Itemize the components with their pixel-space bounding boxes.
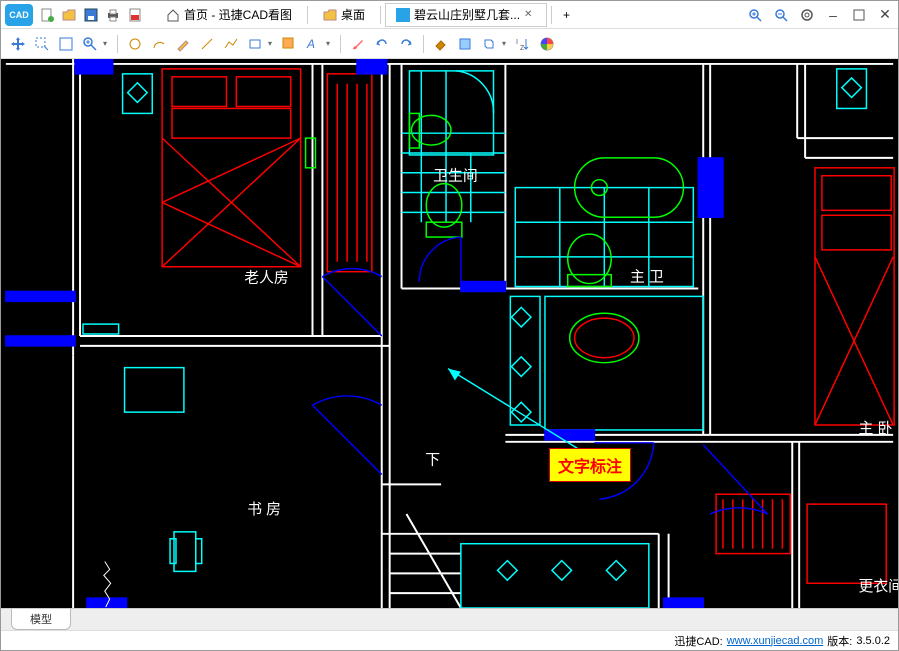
redo-icon[interactable] <box>395 33 417 55</box>
zoom-window-icon[interactable] <box>31 33 53 55</box>
circle-tool-icon[interactable] <box>124 33 146 55</box>
dropdown-icon[interactable]: ▾ <box>326 39 334 48</box>
status-version-label: 版本: <box>827 633 852 649</box>
label-room1: 老人房 <box>244 270 288 287</box>
zoom-out-window-icon[interactable] <box>772 6 790 24</box>
box-tool-icon[interactable] <box>454 33 476 55</box>
cad-file-icon <box>396 8 410 22</box>
floorplan-svg: 老人房 卫生间 主 卫 书 房 主 卧 更衣间 下 <box>1 59 898 608</box>
tab-home[interactable]: 首页 - 迅捷CAD看图 <box>155 3 303 27</box>
text-tool-icon[interactable]: A <box>302 33 324 55</box>
color-tool-icon[interactable] <box>536 33 558 55</box>
label-room4: 书 房 <box>247 501 281 518</box>
status-app-name: 迅捷CAD: <box>674 633 722 649</box>
open-file-icon[interactable] <box>61 7 77 23</box>
zoom-in-icon[interactable] <box>79 33 101 55</box>
text-annotation-callout: 文字标注 <box>549 448 631 482</box>
minimize-icon[interactable]: – <box>824 6 842 24</box>
label-stair: 下 <box>425 453 440 469</box>
line-tool-icon[interactable] <box>196 33 218 55</box>
toolbar-separator <box>340 35 341 53</box>
svg-text:I: I <box>516 39 518 46</box>
dropdown-icon[interactable]: ▾ <box>268 39 276 48</box>
tab-separator <box>380 6 381 24</box>
window-controls: – ✕ <box>746 6 894 24</box>
tab-separator <box>307 6 308 24</box>
drawing-canvas[interactable]: 老人房 卫生间 主 卫 书 房 主 卧 更衣间 下 文字标注 <box>1 59 898 608</box>
polyline-tool-icon[interactable] <box>220 33 242 55</box>
main-toolbar: ▾ ▾ A ▾ ▾ IZ <box>1 29 898 59</box>
maximize-icon[interactable] <box>850 6 868 24</box>
model-tab-bar: 模型 <box>1 608 898 630</box>
new-file-icon[interactable] <box>39 7 55 23</box>
pdf-icon[interactable] <box>127 7 143 23</box>
sort-tool-icon[interactable]: IZ <box>512 33 534 55</box>
move-tool-icon[interactable] <box>7 33 29 55</box>
tab-add[interactable]: + <box>556 3 577 27</box>
layer-tool-icon[interactable] <box>278 33 300 55</box>
fill-tool-icon[interactable] <box>430 33 452 55</box>
zoom-in-window-icon[interactable] <box>746 6 764 24</box>
toolbar-separator <box>423 35 424 53</box>
label-room3: 主 卫 <box>630 269 664 286</box>
save-icon[interactable] <box>83 7 99 23</box>
tab-folder-label: 桌面 <box>341 6 365 23</box>
tab-file-label: 碧云山庄别墅几套... <box>414 6 520 23</box>
folder-icon <box>323 8 337 22</box>
close-icon[interactable]: ✕ <box>524 9 536 21</box>
toolbar-separator <box>117 35 118 53</box>
tab-bar: 首页 - 迅捷CAD看图 桌面 碧云山庄别墅几套... ✕ + <box>155 3 738 27</box>
status-url-link[interactable]: www.xunjiecad.com <box>727 635 824 647</box>
label-room6: 更衣间 <box>859 578 898 595</box>
3d-tool-icon[interactable] <box>478 33 500 55</box>
tab-home-label: 首页 - 迅捷CAD看图 <box>184 6 292 23</box>
plus-icon: + <box>563 8 570 22</box>
close-window-icon[interactable]: ✕ <box>876 6 894 24</box>
print-icon[interactable] <box>105 7 121 23</box>
tab-folder[interactable]: 桌面 <box>312 3 376 27</box>
status-version: 3.5.0.2 <box>856 635 890 647</box>
rectangle-tool-icon[interactable] <box>244 33 266 55</box>
tab-model[interactable]: 模型 <box>11 609 71 630</box>
arc-tool-icon[interactable] <box>148 33 170 55</box>
tab-separator <box>551 6 552 24</box>
titlebar: CAD 首页 - 迅捷CAD看图 桌面 碧云山庄别墅几套... ✕ + – <box>1 1 898 29</box>
quick-access-toolbar <box>39 7 143 23</box>
undo-icon[interactable] <box>371 33 393 55</box>
home-icon <box>166 8 180 22</box>
brush-tool-icon[interactable] <box>347 33 369 55</box>
zoom-fit-icon[interactable] <box>55 33 77 55</box>
pencil-tool-icon[interactable] <box>172 33 194 55</box>
label-room5: 主 卧 <box>859 420 893 437</box>
label-room2: 卫生间 <box>433 168 478 185</box>
svg-text:Z: Z <box>520 45 525 52</box>
dropdown-icon[interactable]: ▾ <box>103 39 111 48</box>
app-logo: CAD <box>5 4 33 26</box>
statusbar: 迅捷CAD: www.xunjiecad.com 版本: 3.5.0.2 <box>1 630 898 650</box>
dropdown-icon[interactable]: ▾ <box>502 39 510 48</box>
svg-text:A: A <box>306 37 315 51</box>
tab-file-active[interactable]: 碧云山庄别墅几套... ✕ <box>385 3 547 27</box>
settings-icon[interactable] <box>798 6 816 24</box>
